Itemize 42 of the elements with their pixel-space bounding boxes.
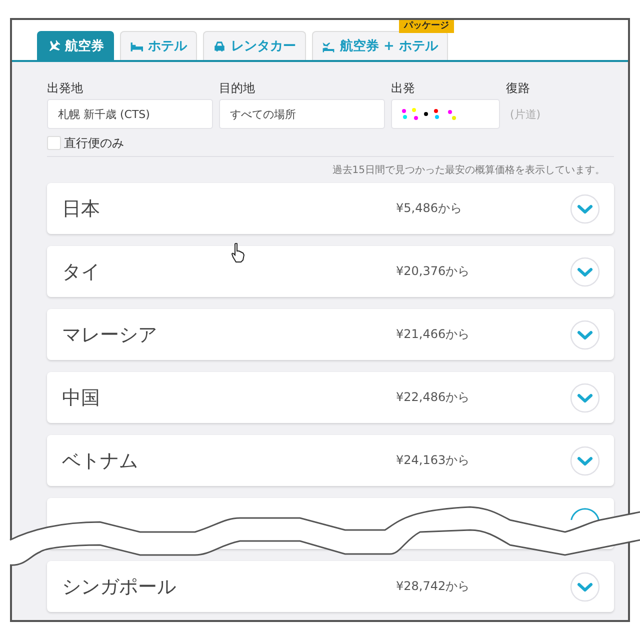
price-text: ¥28,742から [396,578,471,595]
country-card[interactable]: タイ ¥20,376から [47,246,614,297]
date-field[interactable] [391,99,500,129]
plane-and-bed-icon [322,40,335,52]
checkbox[interactable] [47,136,61,150]
notice-text: 過去15日間で見つかった最安の概算価格を表示しています。 [331,164,605,177]
return-field[interactable]: (片道) [506,99,586,129]
bed-icon [130,40,143,52]
country-card[interactable]: マレーシア ¥21,466から [47,309,614,360]
expand-chevron-icon[interactable] [570,320,600,350]
country-name: 中国 [62,386,101,410]
country-name: ベトナム [62,448,139,474]
plane-icon [47,40,60,52]
country-card[interactable]: 中国 ¥22,486から [47,372,614,423]
country-name: シンガポール [62,574,177,600]
country-card[interactable]: 日本 ¥5,486から [47,183,614,234]
price-text: ¥24,163から [396,452,471,469]
country-card[interactable]: シンガポール ¥28,742から [47,561,614,612]
input-field[interactable]: 札幌 新千歳 (CTS) [47,99,213,129]
price-text: ¥5,486から [396,200,463,217]
field-label: 出発 [391,80,416,94]
country-name: マレーシア [62,322,158,348]
hand-cursor-icon [231,243,245,263]
country-name: 日本 [62,196,101,222]
expand-chevron-icon[interactable] [570,446,600,476]
price-text: ¥21,466から [396,326,471,343]
expand-chevron-icon[interactable] [570,572,600,602]
country-card[interactable]: ベトナム ¥24,163から [47,435,614,486]
expand-chevron-icon[interactable] [570,382,600,412]
package-badge: パッケージ [398,20,454,33]
tab[interactable]: 航空券 [37,31,114,60]
price-text: ¥22,486から [396,389,471,406]
expand-chevron-icon[interactable] [570,194,600,224]
price-text: ¥20,376から [396,263,471,280]
field-label: 出発地 [47,80,84,94]
car-icon [213,40,226,52]
field-label: 復路 [506,80,531,94]
field-label: 目的地 [219,80,256,94]
country-name: タイ [62,260,101,284]
input-field[interactable]: すべての場所 [219,99,385,129]
checkbox-label: 直行便のみ [64,134,124,152]
expand-chevron-icon[interactable] [570,256,600,286]
